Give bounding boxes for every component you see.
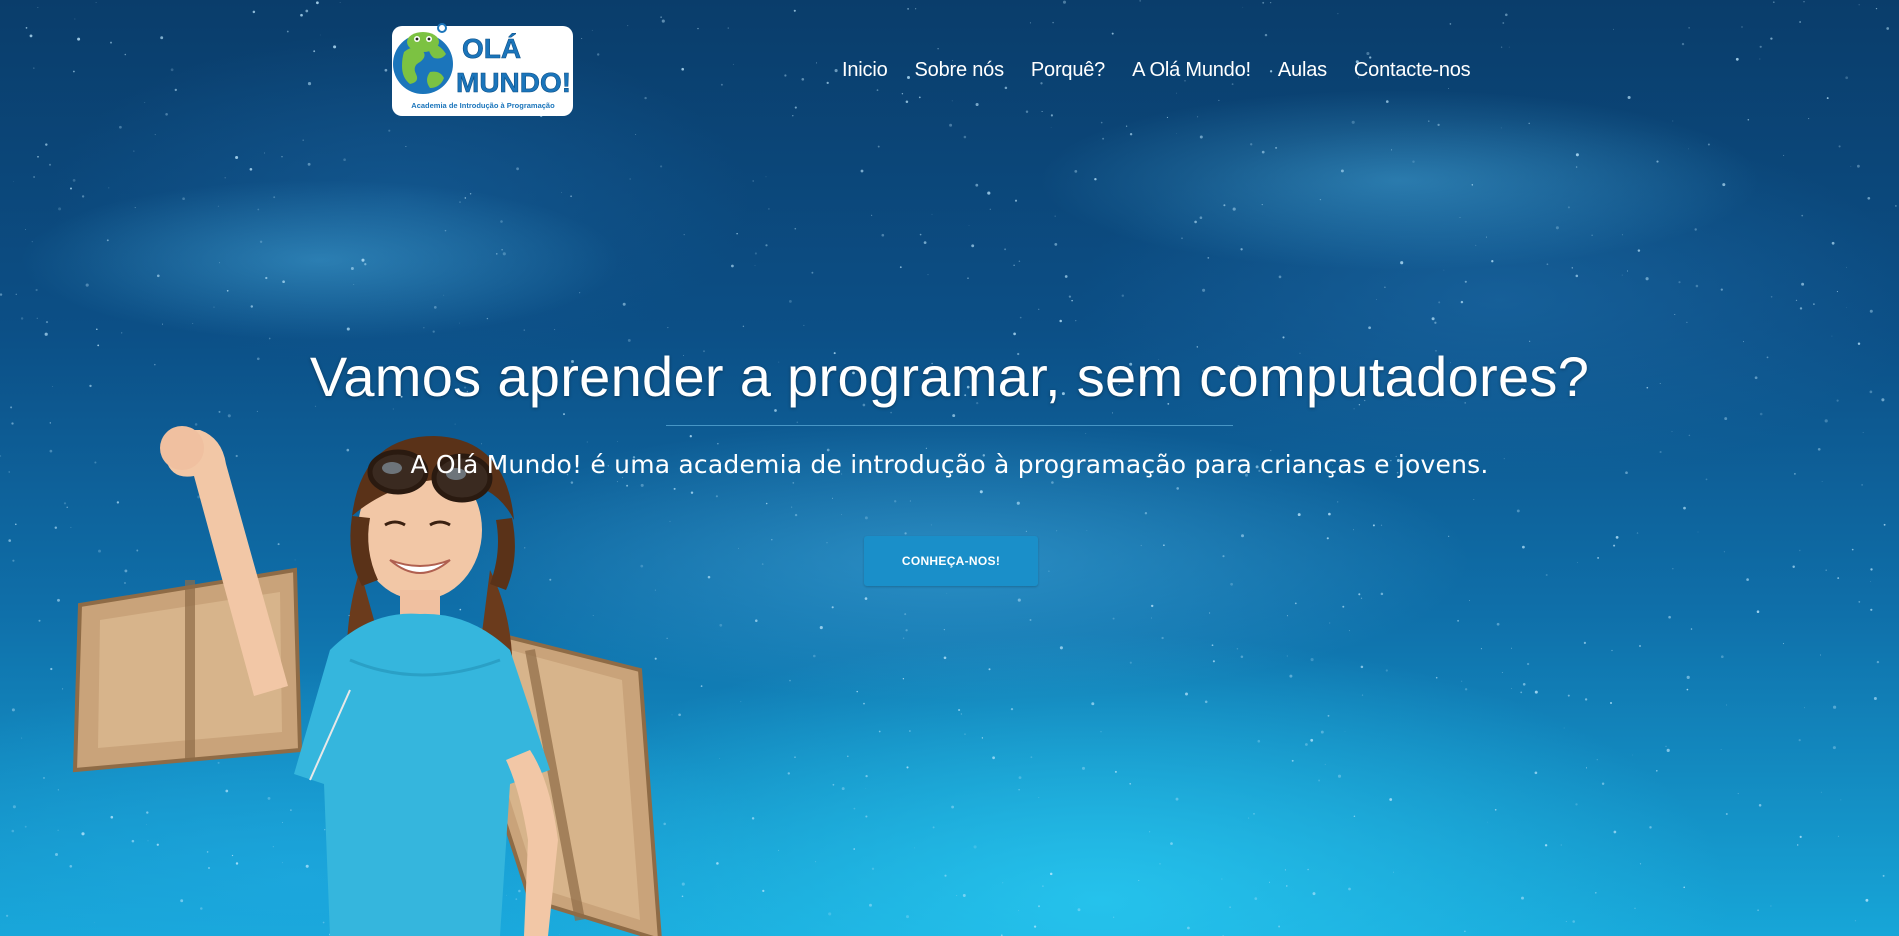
nav-item-porque[interactable]: Porquê? [1031,59,1105,82]
logo-title-line2: MUNDO! [456,67,571,98]
main-nav: Inicio Sobre nós Porquê? A Olá Mundo! Au… [842,56,1471,84]
conheca-nos-button[interactable]: CONHEÇA-NOS! [864,536,1038,586]
nav-item-aulas[interactable]: Aulas [1278,59,1327,82]
nav-item-sobre-nos[interactable]: Sobre nós [915,59,1005,82]
hero-section: OLÁ MUNDO! Academia de Introdução à Prog… [0,0,1899,936]
logo-tagline: Academia de Introdução à Programação [411,101,555,110]
headline-divider [666,425,1233,426]
nav-item-contacte-nos[interactable]: Contacte-nos [1354,59,1471,82]
logo-title-line1: OLÁ [462,33,521,64]
nav-item-inicio[interactable]: Inicio [842,59,888,82]
site-logo[interactable]: OLÁ MUNDO! Academia de Introdução à Prog… [390,22,575,118]
child-with-cardboard-wings-image [72,426,662,936]
hero-subheadline: A Olá Mundo! é uma academia de introduçã… [410,450,1489,479]
hero-headline: Vamos aprender a programar, sem computad… [309,345,1590,408]
nav-item-a-ola-mundo[interactable]: A Olá Mundo! [1132,59,1251,82]
